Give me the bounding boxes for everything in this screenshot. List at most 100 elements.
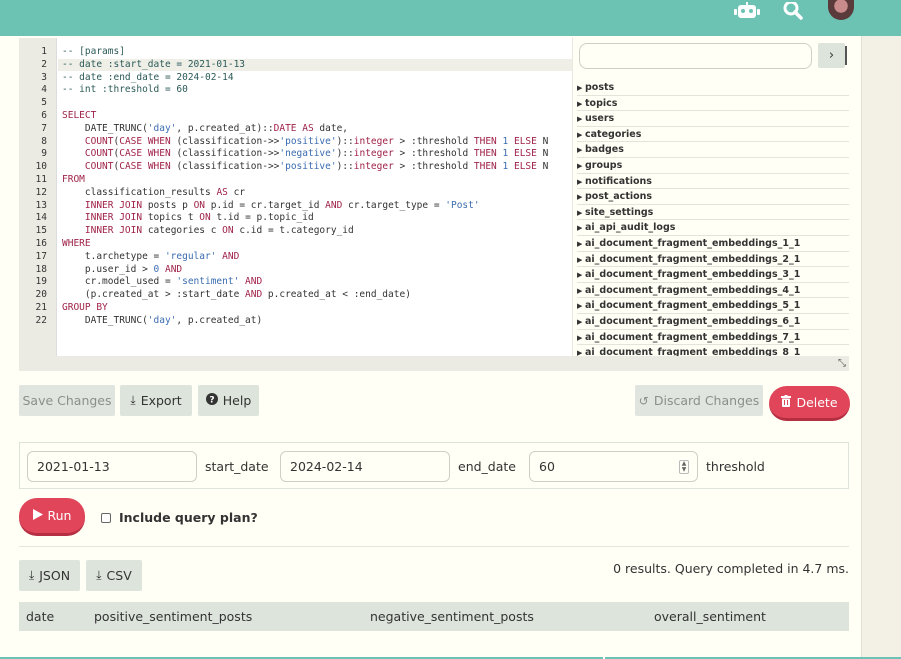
export-label: Export: [140, 393, 182, 408]
schema-table-item[interactable]: ▶ topics: [577, 96, 849, 112]
schema-table-item[interactable]: ▶ post_actions: [577, 189, 849, 205]
export-button[interactable]: ⤓ Export: [120, 385, 192, 416]
code-token: THEN: [473, 148, 497, 160]
code-line[interactable]: WHERE: [62, 238, 91, 251]
run-button[interactable]: Run: [19, 498, 85, 536]
resize-handle-icon[interactable]: ⤡: [838, 359, 848, 369]
code-token: )::: [336, 161, 354, 173]
code-token: COUNT: [84, 135, 114, 147]
code-line[interactable]: classification_results AS cr: [62, 187, 245, 200]
code-token: 'Post': [445, 199, 480, 211]
schema-table-item[interactable]: ▶ users: [577, 111, 849, 127]
code-line[interactable]: INNER JOIN topics t ON t.id = p.topic_id: [62, 212, 314, 225]
code-line[interactable]: COUNT(CASE WHEN (classification->>'posit…: [62, 161, 548, 174]
code-token: integer: [353, 161, 394, 173]
chevron-right-icon: ›: [828, 48, 835, 63]
schema-search-input[interactable]: [579, 43, 812, 69]
code-line[interactable]: -- date :start_date = 2021-01-13: [62, 59, 245, 72]
delete-button[interactable]: Delete: [769, 386, 850, 421]
line-number: 20: [35, 289, 47, 301]
schema-table-item[interactable]: ▶ ai_document_fragment_embeddings_6_1: [577, 314, 849, 330]
caret-right-icon: ▶: [577, 130, 583, 139]
code-line[interactable]: GROUP BY: [62, 302, 108, 315]
schema-table-item[interactable]: ▶ notifications: [577, 174, 849, 190]
delete-label: Delete: [796, 394, 838, 410]
code-line[interactable]: -- date :end_date = 2024-02-14: [62, 72, 234, 85]
schema-table-item[interactable]: ▶ badges: [577, 142, 849, 158]
trash-icon: [781, 394, 792, 410]
code-line[interactable]: DATE_TRUNC('day', p.created_at)::DATE AS…: [62, 123, 348, 136]
code-token: categories c: [142, 225, 223, 237]
column-header-date[interactable]: date: [26, 602, 54, 631]
include-query-plan-label: Include query plan?: [119, 510, 258, 525]
column-header-positive-sentiment-posts[interactable]: positive_sentiment_posts: [94, 602, 252, 631]
end-date-input[interactable]: 2024-02-14: [280, 451, 450, 482]
code-token: AND: [325, 199, 343, 211]
threshold-input[interactable]: 60 ▲ ▼: [529, 451, 698, 482]
code-line[interactable]: t.archetype = 'regular' AND: [62, 251, 239, 264]
code-line[interactable]: p.user_id > 0 AND: [62, 264, 182, 277]
code-line[interactable]: (p.created_at > :start_date AND p.create…: [62, 289, 411, 302]
schema-table-item[interactable]: ▶ posts: [577, 80, 849, 96]
code-line[interactable]: -- [params]: [62, 46, 125, 59]
schema-table-name: ai_document_fragment_embeddings_7_1: [585, 331, 801, 343]
code-line[interactable]: COUNT(CASE WHEN (classification->>'negat…: [62, 148, 548, 161]
number-stepper-icon[interactable]: ▲ ▼: [679, 460, 689, 474]
code-token: CASE WHEN: [119, 148, 171, 160]
schema-table-item[interactable]: ▶ groups: [577, 158, 849, 174]
code-token: COUNT: [84, 148, 114, 160]
schema-search-button[interactable]: ›: [818, 43, 845, 68]
code-line[interactable]: INNER JOIN categories c ON c.id = t.cate…: [62, 225, 354, 238]
caret-right-icon: ▶: [577, 208, 583, 217]
schema-table-item[interactable]: ▶ categories: [577, 127, 849, 143]
search-icon[interactable]: [781, 0, 805, 22]
help-label: Help: [222, 393, 252, 408]
schema-table-item[interactable]: ▶ ai_document_fragment_embeddings_7_1: [577, 330, 849, 346]
download-csv-button[interactable]: ⤓ CSV: [86, 560, 142, 591]
save-changes-button[interactable]: Save Changes: [19, 385, 115, 416]
schema-table-item[interactable]: ▶ ai_document_fragment_embeddings_1_1: [577, 236, 849, 252]
code-line[interactable]: COUNT(CASE WHEN (classification->>'posit…: [62, 136, 548, 149]
start-date-input[interactable]: 2021-01-13: [27, 451, 197, 482]
schema-table-name: ai_api_audit_logs: [585, 222, 676, 234]
schema-table-item[interactable]: ▶ ai_document_fragment_embeddings_8_1: [577, 345, 849, 356]
schema-table-name: ai_document_fragment_embeddings_3_1: [585, 269, 801, 281]
code-line[interactable]: cr.model_used = 'sentiment' AND: [62, 276, 262, 289]
code-line[interactable]: INNER JOIN posts p ON p.id = cr.target_i…: [62, 200, 480, 213]
include-query-plan-checkbox[interactable]: [101, 513, 111, 523]
download-json-button[interactable]: ⤓ JSON: [19, 560, 80, 591]
schema-table-item[interactable]: ▶ ai_document_fragment_embeddings_2_1: [577, 252, 849, 268]
caret-right-icon: ▶: [577, 302, 583, 311]
code-line[interactable]: SELECT: [62, 110, 96, 123]
code-line[interactable]: DATE_TRUNC('day', p.created_at): [62, 315, 262, 328]
caret-right-icon: ▶: [577, 99, 583, 108]
discard-changes-button[interactable]: ↺ Discard Changes: [635, 385, 763, 416]
schema-table-item[interactable]: ▶ ai_api_audit_logs: [577, 220, 849, 236]
line-number: 10: [35, 161, 47, 173]
code-line[interactable]: FROM: [62, 174, 85, 187]
discard-changes-label: Discard Changes: [653, 393, 760, 408]
result-summary: 0 results. Query completed in 4.7 ms.: [613, 561, 849, 576]
schema-table-item[interactable]: ▶ ai_document_fragment_embeddings_5_1: [577, 298, 849, 314]
code-token: THEN: [473, 135, 497, 147]
line-number: 11: [35, 174, 47, 185]
schema-table-list: ▶ posts ▶ topics ▶ users ▶ categories ▶ badges ▶ gr…: [577, 80, 849, 356]
scroll-bar[interactable]: [845, 46, 847, 65]
line-number: 4: [41, 84, 47, 96]
code-token: DATE AS: [273, 122, 314, 134]
column-header-negative-sentiment-posts[interactable]: negative_sentiment_posts: [370, 602, 534, 631]
line-number: 14: [35, 212, 47, 224]
sql-editor[interactable]: 1 2 3 4 5 6 7 8 9 10 11 12 13 14 15 16 17 18 19 20 21 22 -- […: [19, 38, 572, 356]
column-header-overall-sentiment[interactable]: overall_sentiment: [654, 602, 766, 631]
caret-right-icon: ▶: [577, 286, 583, 295]
code-line[interactable]: -- int :threshold = 60: [62, 84, 188, 97]
schema-table-item[interactable]: ▶ ai_document_fragment_embeddings_4_1: [577, 283, 849, 299]
code-token: t.id = p.topic_id: [210, 212, 314, 224]
robot-icon[interactable]: [733, 0, 761, 22]
schema-table-name: post_actions: [585, 191, 653, 203]
help-button[interactable]: ? Help: [198, 385, 259, 416]
schema-table-item[interactable]: ▶ ai_document_fragment_embeddings_3_1: [577, 267, 849, 283]
schema-table-item[interactable]: ▶ site_settings: [577, 205, 849, 221]
